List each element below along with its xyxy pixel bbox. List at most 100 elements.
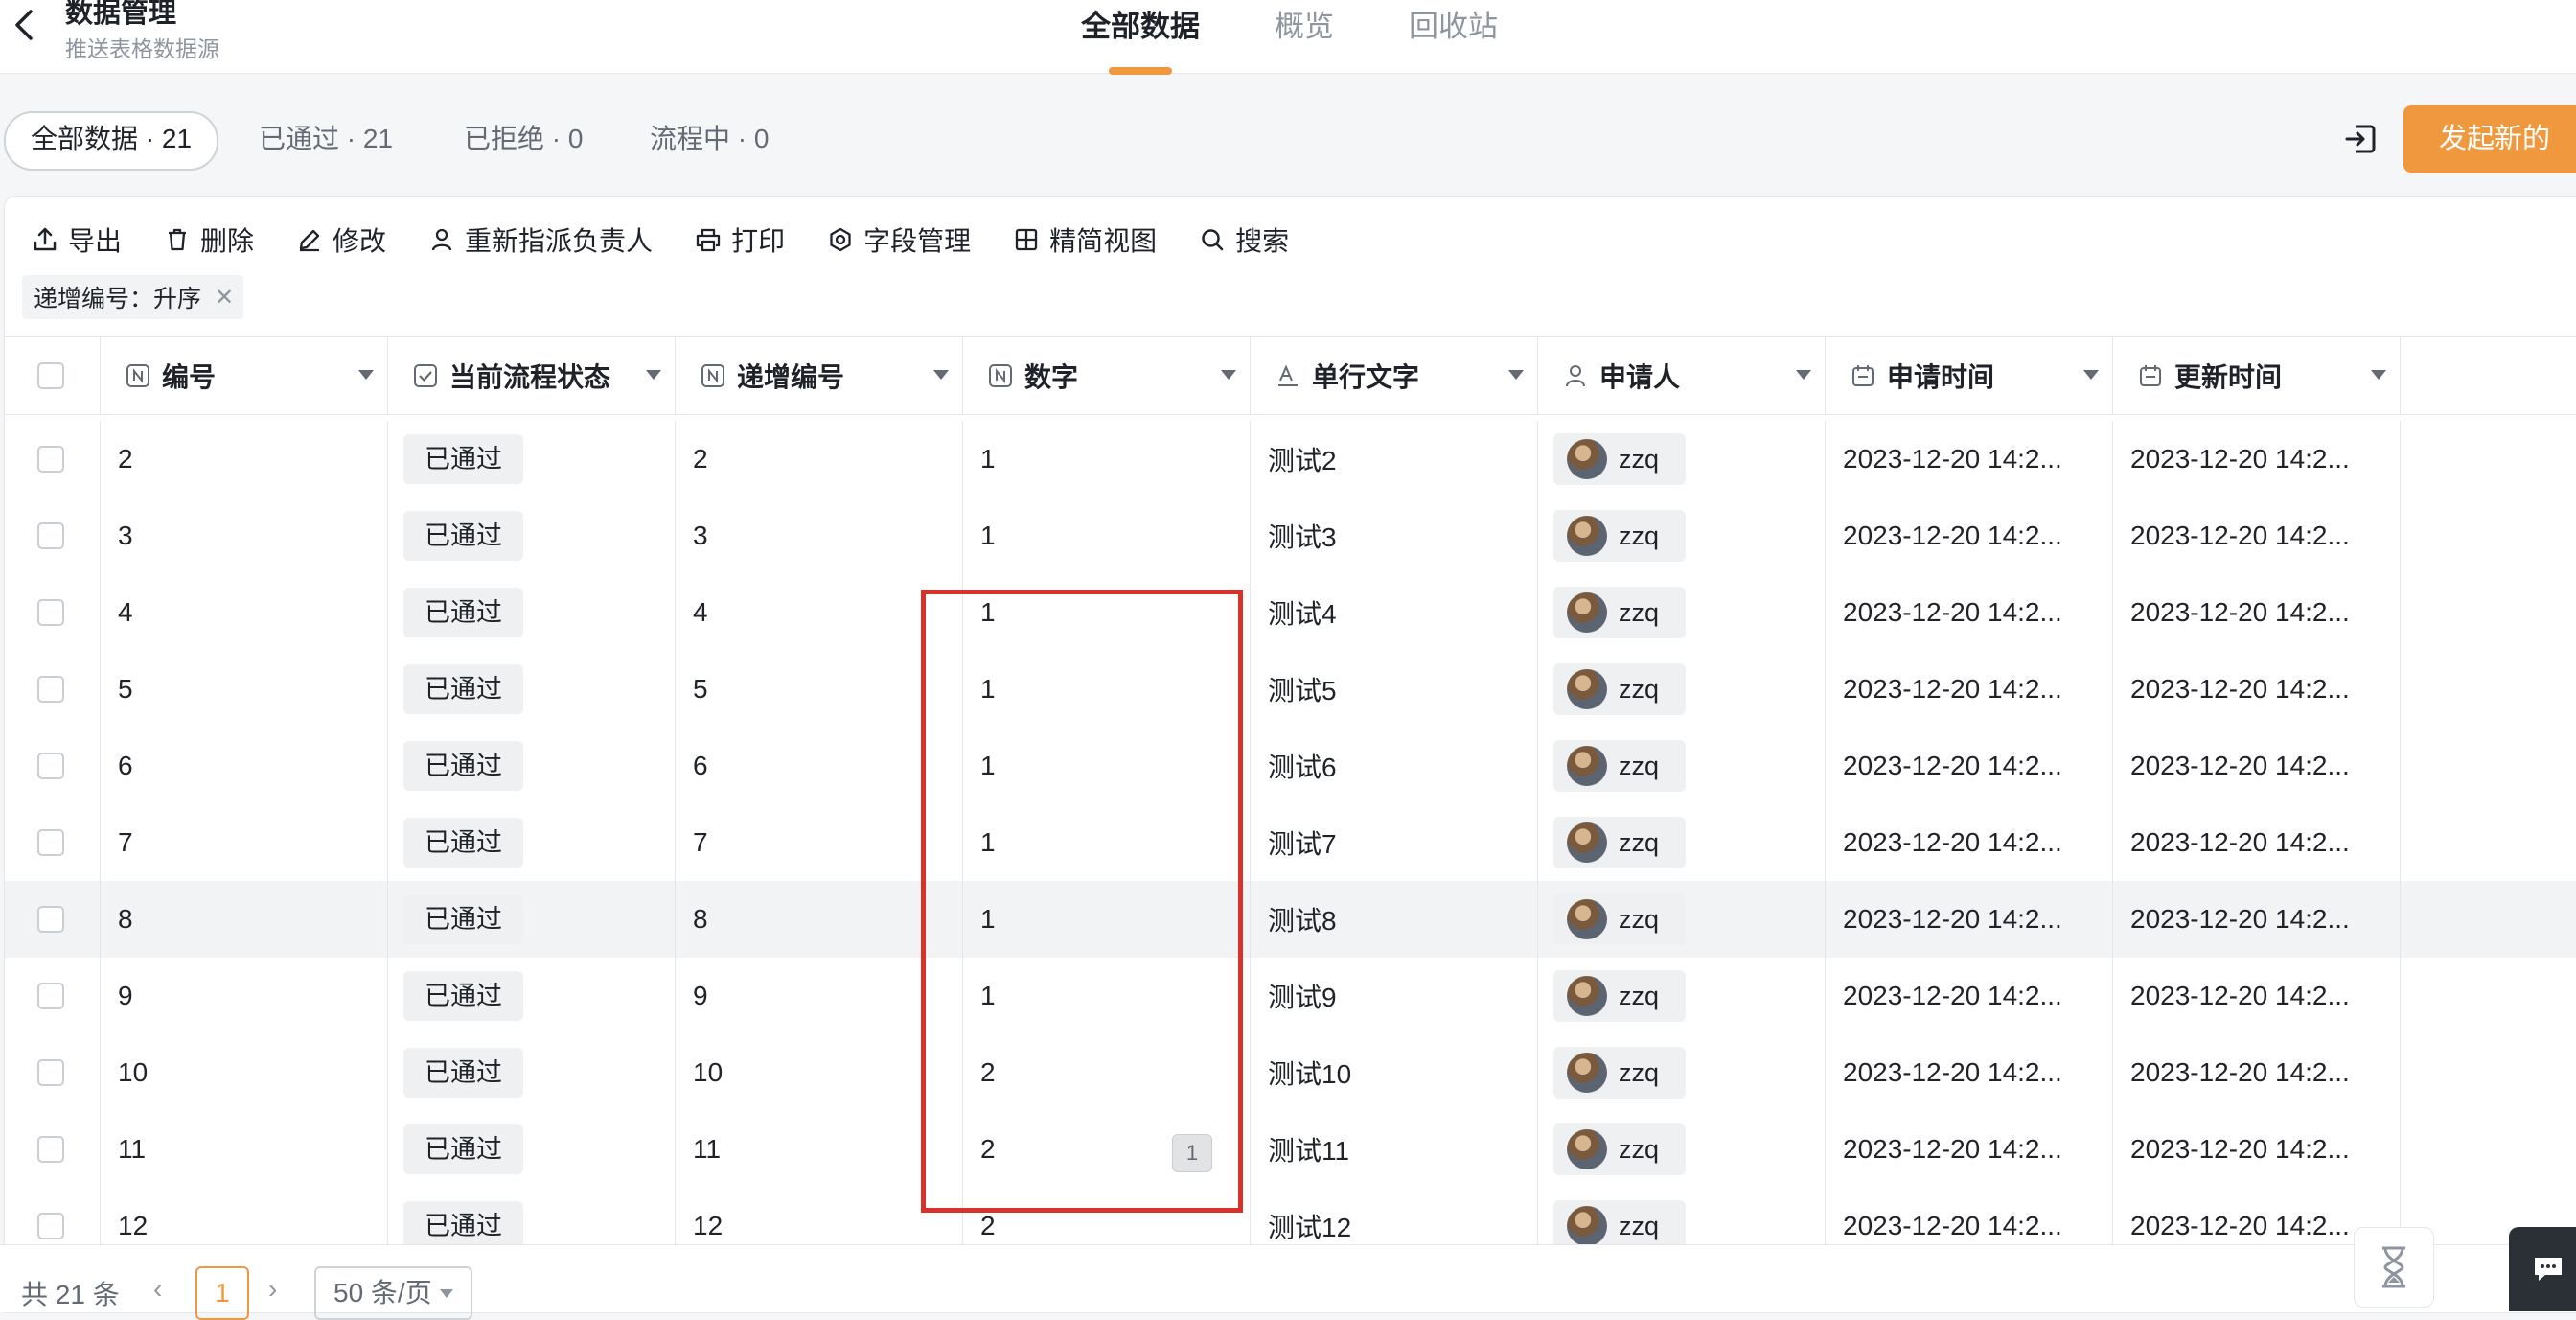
tab-recycle-bin[interactable]: 回收站 [1409,0,1498,73]
table-cell[interactable]: 已通过 [388,498,676,574]
filter-all[interactable]: 全部数据 · 21 [4,111,219,171]
column-header-status[interactable]: 当前流程状态 [388,337,676,414]
table-cell[interactable]: 4 [101,574,388,651]
column-menu-caret-icon[interactable] [1796,370,1811,380]
edit-button[interactable]: 修改 [296,220,386,259]
table-row[interactable]: 10 已通过 10 2 测试10 zzq 2023-12-20 14:2... 2023-12… [5,1034,2576,1112]
select-all-checkbox[interactable] [37,362,64,389]
table-cell[interactable]: 6 [101,728,388,804]
hourglass-icon[interactable] [2354,1227,2434,1308]
table-cell[interactable] [5,651,101,728]
table-cell[interactable] [5,1188,101,1245]
table-cell[interactable]: 已通过 [388,728,676,804]
table-row[interactable]: 5 已通过 5 1 测试5 zzq 2023-12-20 14:2... 2023-12-20… [5,651,2576,729]
table-cell[interactable]: 1 [963,498,1251,574]
table-cell[interactable]: 2023-12-20 14:2... [2113,1034,2401,1111]
table-cell[interactable]: 4 [676,574,963,651]
table-cell[interactable] [5,804,101,881]
table-cell[interactable]: 测试3 [1251,498,1538,574]
table-cell[interactable]: zzq [1538,804,1826,881]
applicant-chip[interactable]: zzq [1553,893,1687,945]
applicant-chip[interactable]: zzq [1553,1123,1687,1175]
row-checkbox[interactable] [37,829,64,856]
table-cell[interactable]: 已通过 [388,1188,676,1245]
row-checkbox[interactable] [37,753,64,779]
table-cell[interactable]: 已通过 [388,1111,676,1188]
tab-overview[interactable]: 概览 [1275,0,1334,73]
column-header-id[interactable]: 编号 [101,337,388,414]
table-cell[interactable]: 测试11 [1251,1111,1538,1188]
table-row[interactable]: 3 已通过 3 1 测试3 zzq 2023-12-20 14:2... 2023-12-20… [5,498,2576,575]
table-cell[interactable]: 7 [101,804,388,881]
table-cell[interactable]: 3 [676,498,963,574]
table-cell[interactable]: 2023-12-20 14:2... [1826,1188,2113,1245]
table-cell[interactable]: zzq [1538,881,1826,958]
print-button[interactable]: 打印 [695,220,785,259]
table-row[interactable]: 2 已通过 2 1 测试2 zzq 2023-12-20 14:2... 2023-12-20… [5,421,2576,498]
table-cell[interactable]: 2023-12-20 14:2... [1826,804,2113,881]
table-cell[interactable]: 1 [963,804,1251,881]
table-cell[interactable]: 测试10 [1251,1034,1538,1111]
table-cell[interactable]: 1 [963,881,1251,958]
table-cell[interactable]: zzq [1538,498,1826,574]
table-cell[interactable]: 10 [101,1034,388,1111]
table-cell[interactable]: 2023-12-20 14:2... [1826,574,2113,651]
table-row[interactable]: 12 已通过 12 2 测试12 zzq 2023-12-20 14:2... 2023-12… [5,1188,2576,1245]
table-cell[interactable]: 2023-12-20 14:2... [2113,574,2401,651]
compact-view-button[interactable]: 精简视图 [1013,220,1157,259]
table-cell[interactable]: 已通过 [388,651,676,728]
column-menu-caret-icon[interactable] [2371,370,2386,380]
table-row[interactable]: 4 已通过 4 1 测试4 zzq 2023-12-20 14:2... 2023-12-20… [5,574,2576,652]
column-header-text[interactable]: 单行文字 [1251,337,1538,414]
applicant-chip[interactable]: zzq [1553,817,1687,868]
row-checkbox[interactable] [37,906,64,933]
filter-approved[interactable]: 已通过 · 21 [259,111,393,167]
table-cell[interactable]: 5 [676,651,963,728]
table-cell[interactable]: 已通过 [388,804,676,881]
applicant-chip[interactable]: zzq [1553,663,1687,715]
table-cell[interactable]: 2023-12-20 14:2... [1826,1111,2113,1188]
table-cell[interactable]: 2023-12-20 14:2... [1826,881,2113,958]
table-cell[interactable]: 2023-12-20 14:2... [2113,498,2401,574]
table-cell[interactable]: 12 [101,1188,388,1245]
applicant-chip[interactable]: zzq [1553,1047,1687,1099]
table-cell[interactable]: 测试8 [1251,881,1538,958]
table-cell[interactable]: 3 [101,498,388,574]
table-cell[interactable]: 9 [101,958,388,1034]
table-cell[interactable]: 1 [963,574,1251,651]
previous-page-button[interactable]: ‹ [153,1274,162,1305]
applicant-chip[interactable]: zzq [1553,740,1687,792]
table-cell[interactable]: 1 [963,421,1251,498]
table-cell[interactable]: 9 [676,958,963,1034]
column-header-number[interactable]: 数字 [963,337,1251,414]
table-cell[interactable]: 2023-12-20 14:2... [2113,881,2401,958]
table-cell[interactable]: 2023-12-20 14:2... [1826,728,2113,804]
row-checkbox[interactable] [37,676,64,703]
chat-icon[interactable] [2509,1227,2576,1311]
table-cell[interactable]: zzq [1538,1034,1826,1111]
table-cell[interactable]: 测试9 [1251,958,1538,1034]
table-cell[interactable]: 2 [963,1188,1251,1245]
table-cell[interactable]: 2023-12-20 14:2... [1826,651,2113,728]
table-cell[interactable]: 测试5 [1251,651,1538,728]
table-cell[interactable] [5,1111,101,1188]
next-page-button[interactable]: › [268,1274,277,1305]
table-cell[interactable] [5,728,101,804]
table-cell[interactable]: zzq [1538,574,1826,651]
table-cell[interactable]: 2023-12-20 14:2... [1826,1034,2113,1111]
table-cell[interactable]: 2023-12-20 14:2... [1826,498,2113,574]
table-cell[interactable]: 1 [963,728,1251,804]
table-cell[interactable]: 6 [676,728,963,804]
column-header-update-time[interactable]: 更新时间 [2113,337,2401,414]
column-header-applicant[interactable]: 申请人 [1538,337,1826,414]
new-submission-button[interactable]: 发起新的 [2404,105,2576,173]
table-cell[interactable]: 测试12 [1251,1188,1538,1245]
table-row[interactable]: 7 已通过 7 1 测试7 zzq 2023-12-20 14:2... 2023-12-20… [5,804,2576,882]
table-cell[interactable]: zzq [1538,1188,1826,1245]
column-menu-caret-icon[interactable] [1508,370,1524,380]
row-checkbox[interactable] [37,599,64,626]
table-cell[interactable]: 2023-12-20 14:2... [2113,728,2401,804]
table-cell[interactable] [5,881,101,958]
filter-in-progress[interactable]: 流程中 · 0 [650,111,769,167]
applicant-chip[interactable]: zzq [1553,433,1687,485]
